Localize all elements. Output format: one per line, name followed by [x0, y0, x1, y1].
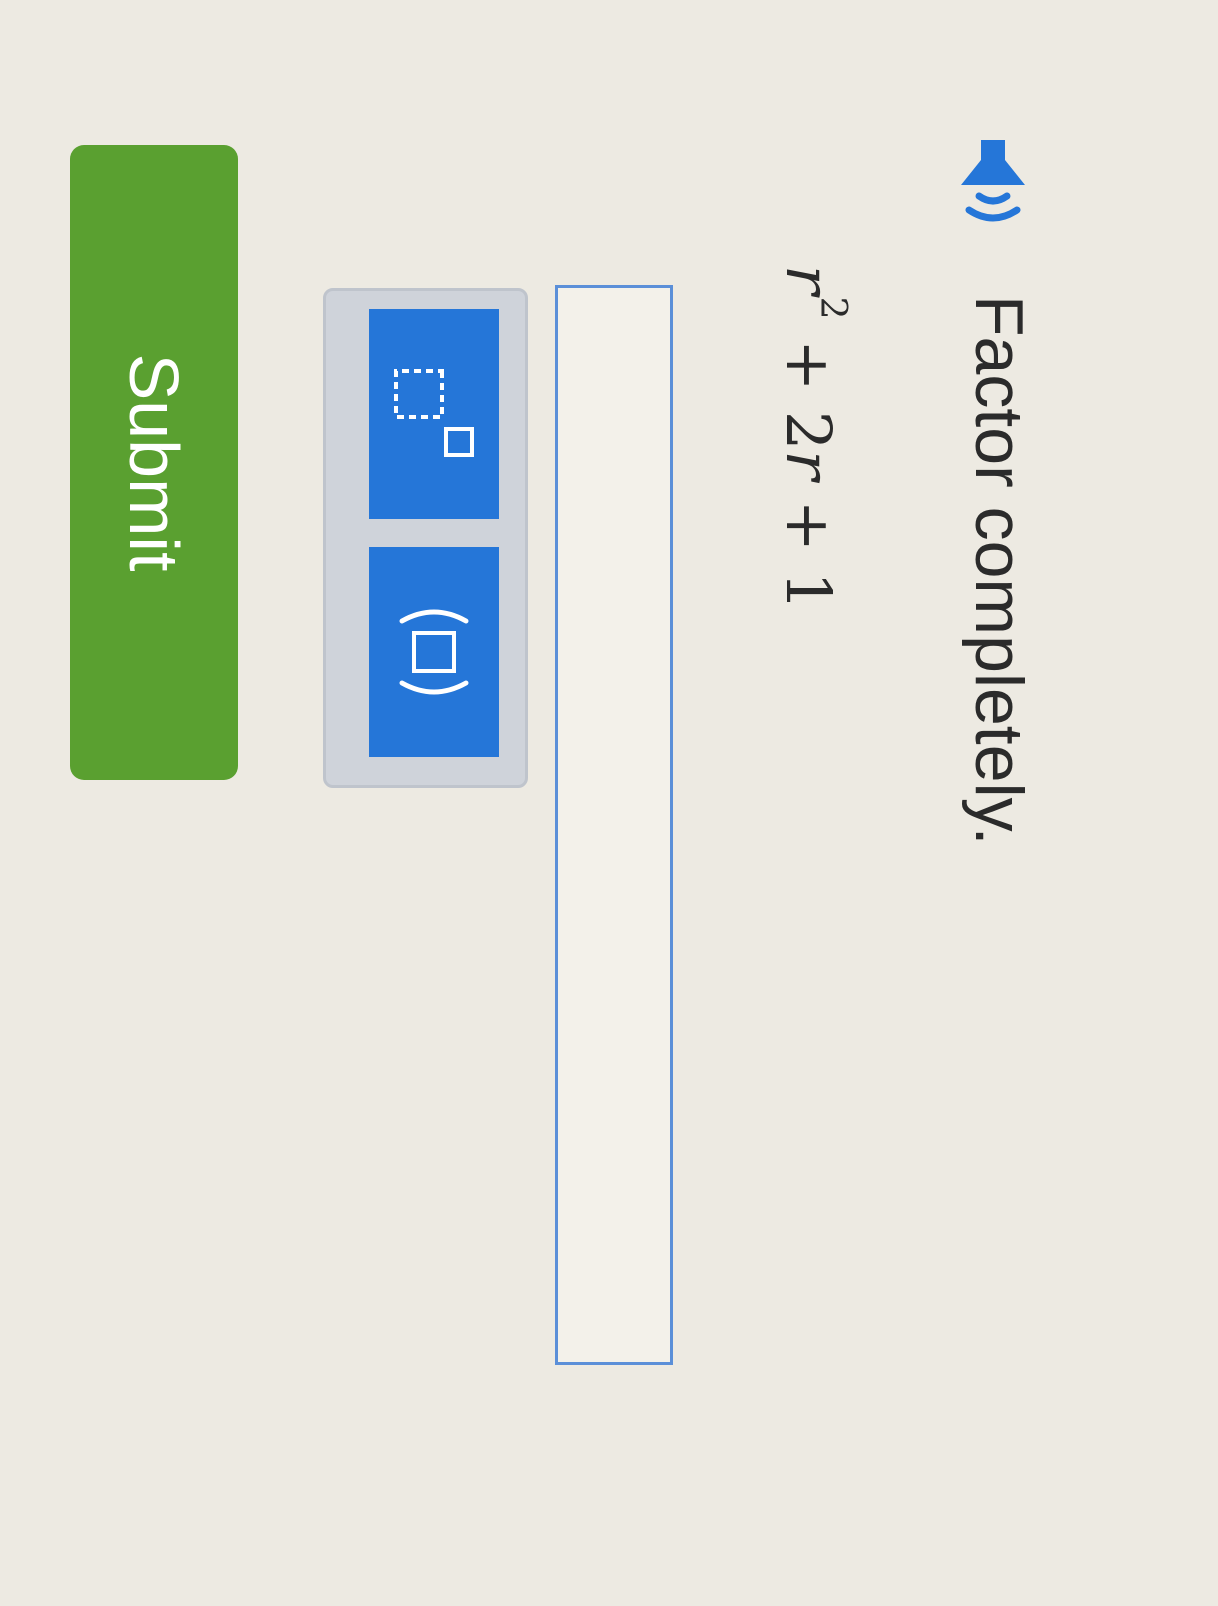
- parentheses-template-icon: [399, 609, 469, 695]
- exponent-template-button[interactable]: [369, 309, 499, 519]
- math-palette: [323, 288, 528, 788]
- expression-exponent: 2: [812, 296, 853, 320]
- parentheses-template-button[interactable]: [369, 547, 499, 757]
- speaker-button[interactable]: [953, 125, 1033, 245]
- question-prompt: Factor completely.: [961, 295, 1037, 846]
- answer-input[interactable]: [555, 285, 673, 1365]
- question-screen: Factor completely. r2 + 2r + 1 Submit: [0, 0, 1218, 1606]
- expression-variable: r: [772, 450, 845, 481]
- speaker-icon: [961, 140, 1025, 222]
- expression-variable: r: [772, 265, 845, 295]
- math-expression: r2 + 2r + 1: [772, 265, 853, 611]
- expression-term: + 1: [772, 499, 845, 611]
- exponent-template-icon: [394, 369, 474, 457]
- expression-term: + 2: [772, 339, 845, 451]
- submit-button[interactable]: Submit: [70, 145, 238, 780]
